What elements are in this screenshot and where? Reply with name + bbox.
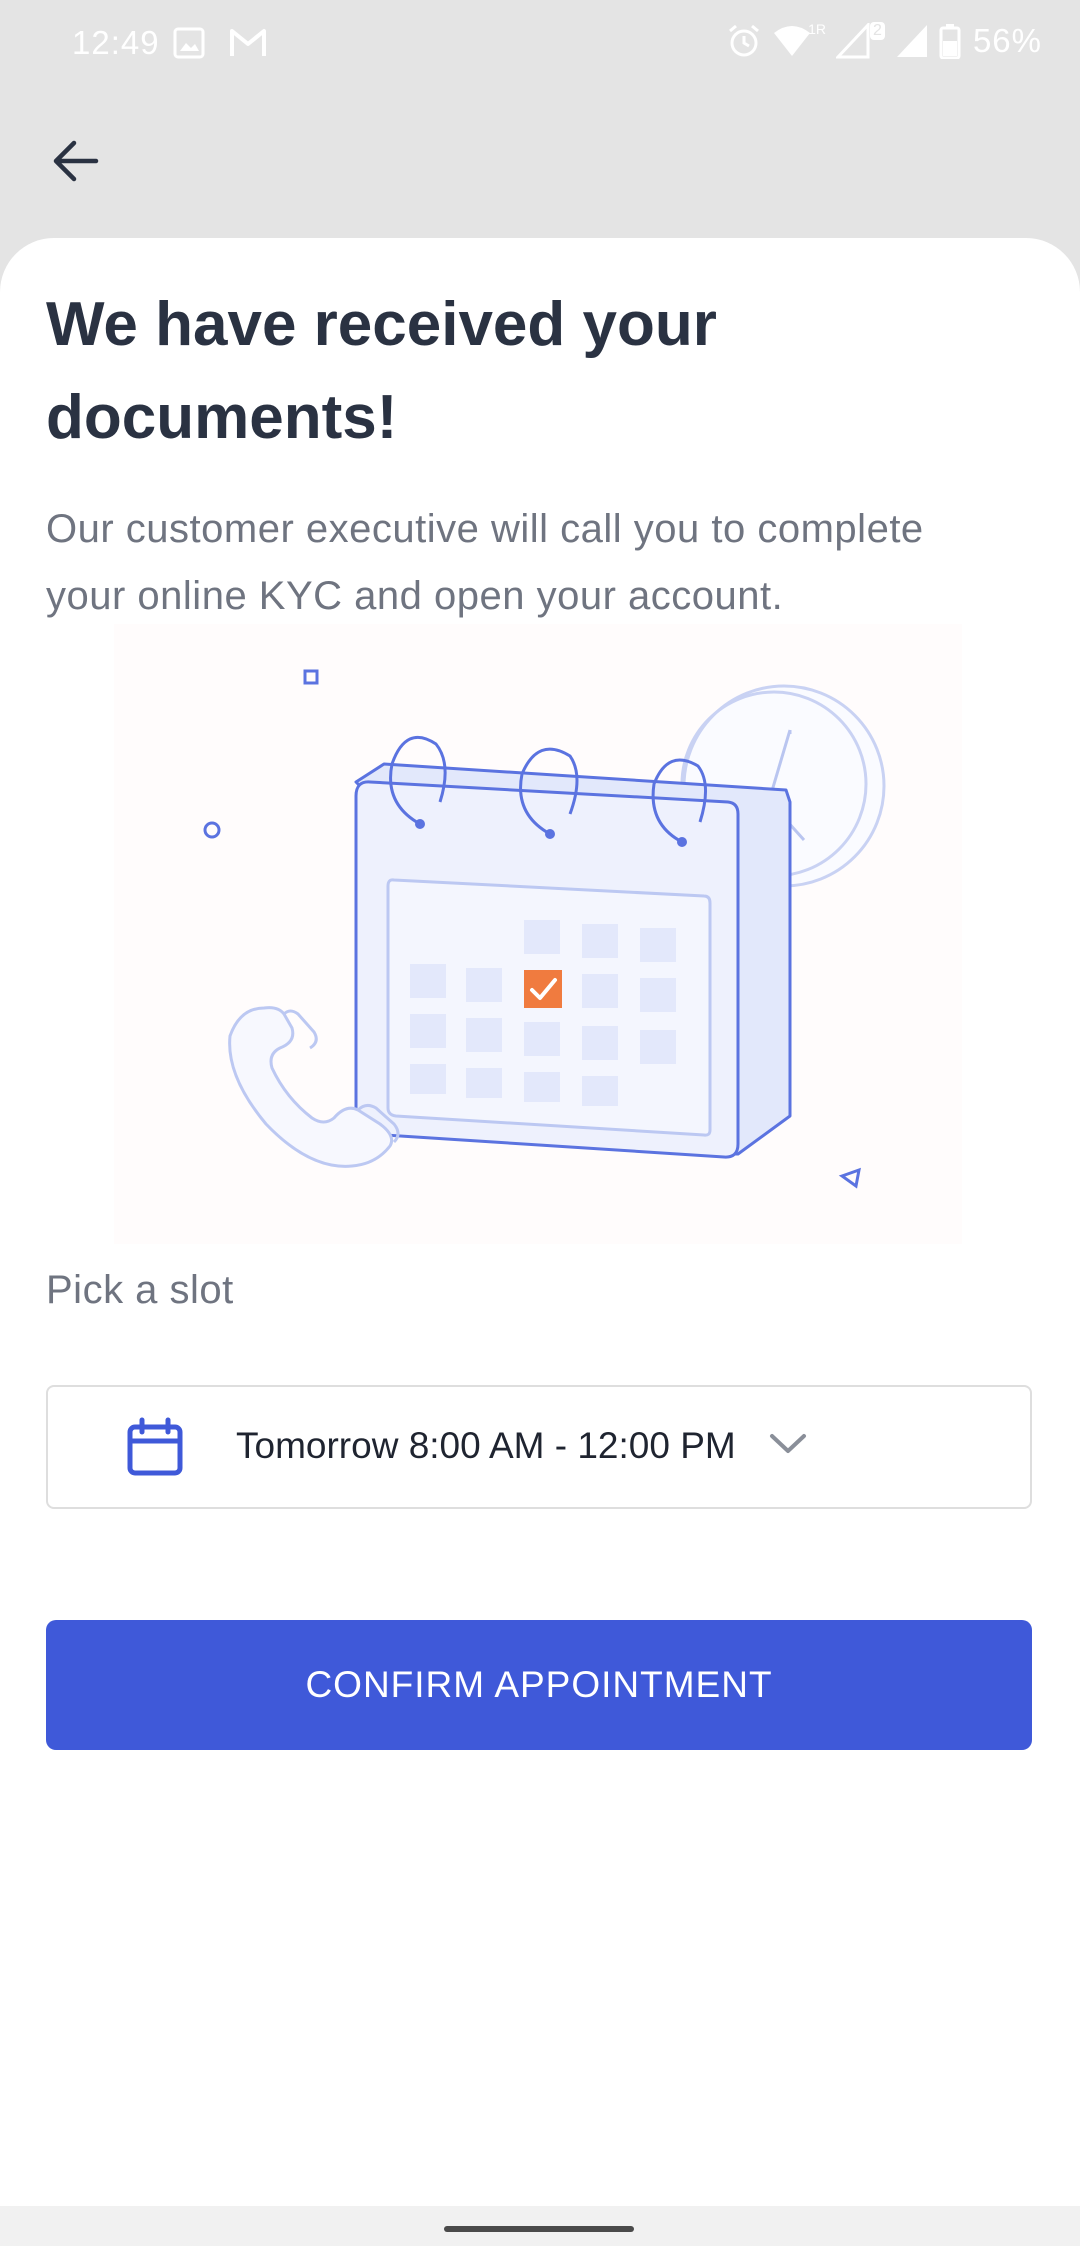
content-sheet: We have received your documents! Our cus…	[0, 238, 1080, 2208]
status-time: 12:49	[72, 24, 160, 61]
network-type-label: 1R	[808, 21, 827, 37]
home-gesture-handle[interactable]	[444, 2226, 634, 2232]
system-icons: 1R 2 56%	[726, 21, 1042, 60]
battery-percentage: 56%	[972, 22, 1042, 59]
slot-dropdown[interactable]: Tomorrow 8:00 AM - 12:00 PM	[46, 1385, 1032, 1509]
slot-value: Tomorrow 8:00 AM - 12:00 PM	[236, 1425, 736, 1466]
notification-icons	[172, 26, 268, 60]
confirm-appointment-button[interactable]: CONFIRM APPOINTMENT	[46, 1620, 1032, 1750]
calendar-icon	[127, 1417, 183, 1476]
alarm-icon	[729, 24, 760, 57]
arrow-left-icon	[53, 140, 99, 182]
calendar-phone-clock-illustration	[114, 624, 962, 1244]
signal-icon	[836, 23, 870, 59]
wifi-icon	[774, 26, 811, 56]
image-icon	[173, 27, 205, 59]
battery-icon	[939, 24, 961, 59]
signal-icon	[896, 25, 927, 57]
page-title: We have received your documents!	[46, 290, 717, 452]
navigation-bar	[0, 2206, 1080, 2246]
chevron-down-icon	[770, 1434, 806, 1453]
pick-slot-label: Pick a slot	[46, 1268, 234, 1312]
back-button[interactable]	[40, 130, 110, 192]
status-bar: 12:49 1R 2 56%	[0, 0, 1080, 90]
page-subtitle: Our customer executive will call you to …	[46, 507, 924, 618]
gmail-icon	[230, 29, 266, 56]
sim-badge: 2	[870, 22, 885, 40]
